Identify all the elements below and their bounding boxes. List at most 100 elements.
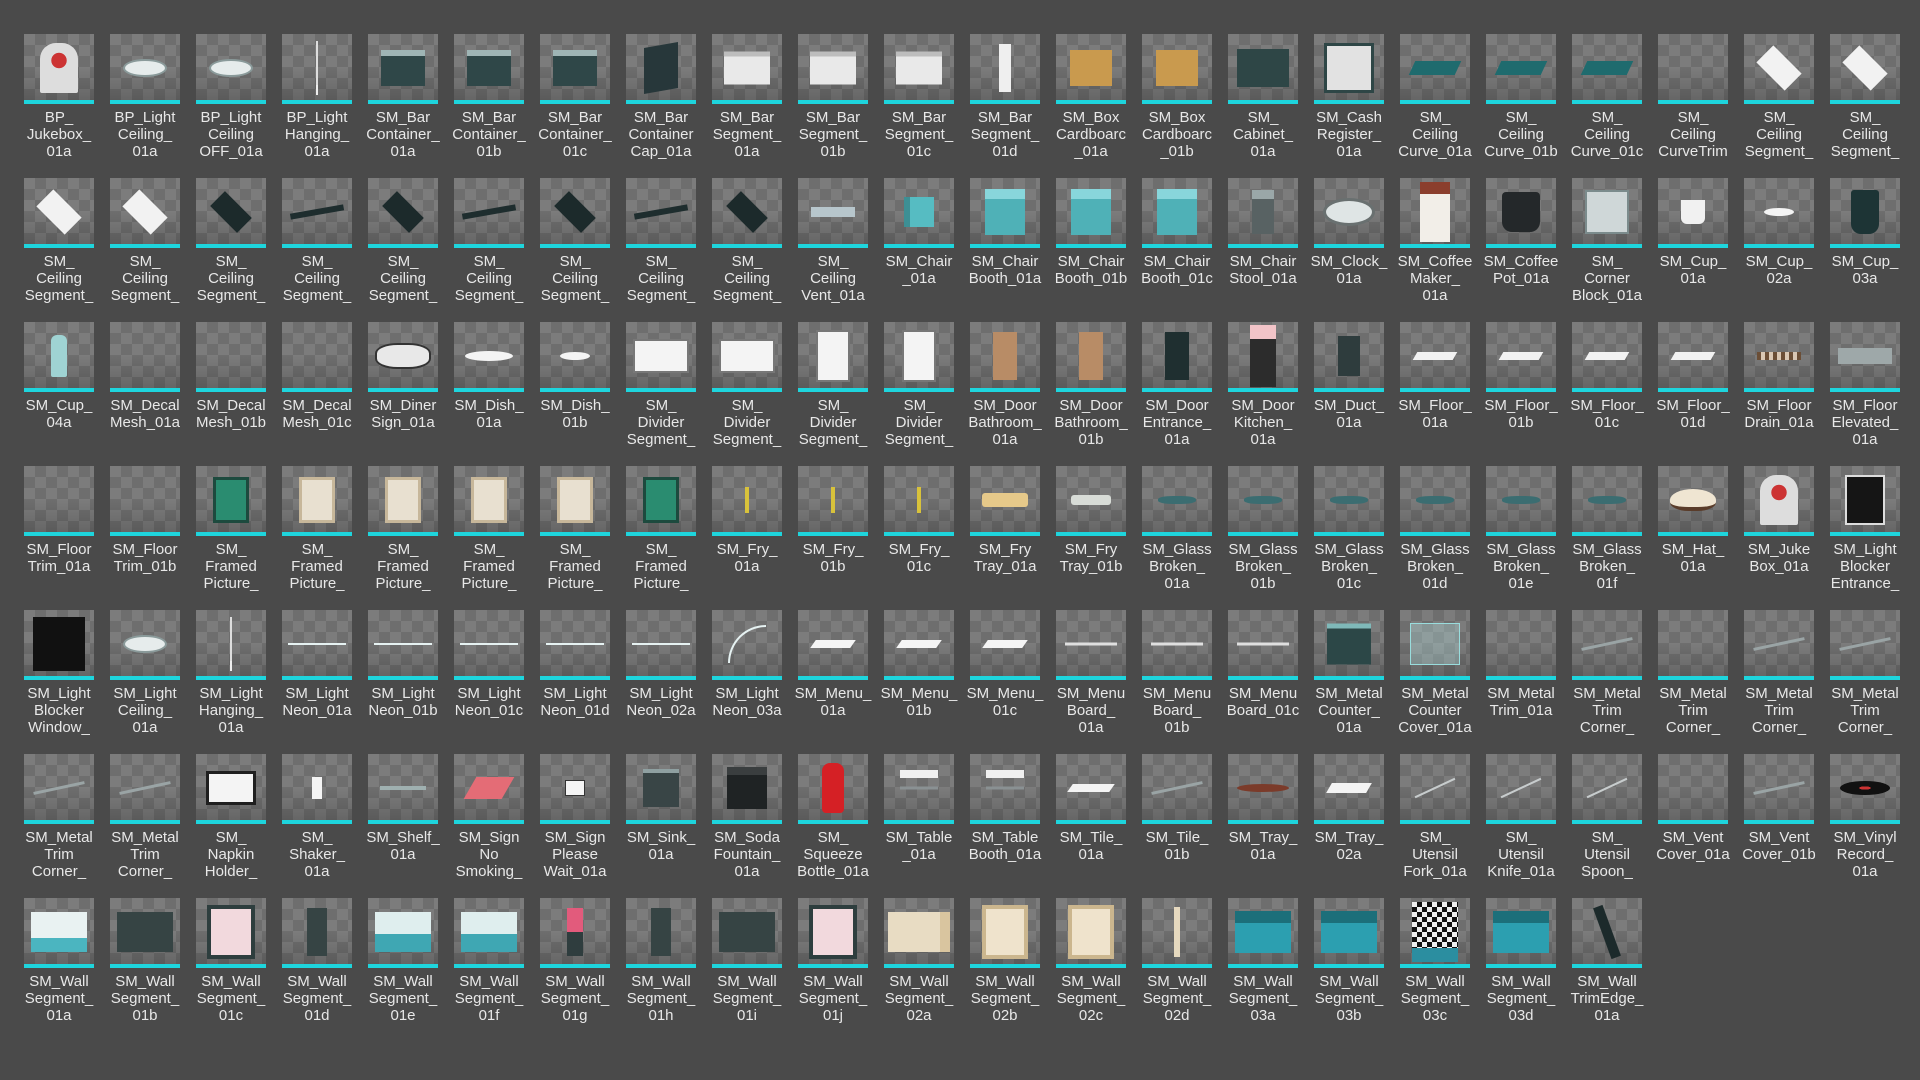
asset-tile[interactable]: SM_Decal Mesh_01c [278, 322, 356, 466]
asset-thumbnail[interactable] [1486, 610, 1556, 680]
asset-thumbnail[interactable] [1572, 898, 1642, 968]
asset-tile[interactable]: SM_ Ceiling Segment_ [278, 178, 356, 322]
asset-tile[interactable]: SM_ Ceiling Segment_ [708, 178, 786, 322]
asset-thumbnail[interactable] [1658, 34, 1728, 104]
asset-tile[interactable]: SM_Wall Segment_ 01j [794, 898, 872, 1042]
asset-thumbnail[interactable] [454, 322, 524, 392]
asset-tile[interactable]: SM_Glass Broken_ 01c [1310, 466, 1388, 610]
asset-thumbnail[interactable] [24, 178, 94, 248]
asset-thumbnail[interactable] [1056, 898, 1126, 968]
asset-thumbnail[interactable] [626, 466, 696, 536]
asset-tile[interactable]: SM_ Framed Picture_ [536, 466, 614, 610]
asset-tile[interactable]: SM_Wall Segment_ 02b [966, 898, 1044, 1042]
asset-tile[interactable]: SM_Bar Segment_ 01c [880, 34, 958, 178]
asset-tile[interactable]: SM_Vent Cover_01a [1654, 754, 1732, 898]
asset-thumbnail[interactable] [1486, 34, 1556, 104]
asset-thumbnail[interactable] [626, 34, 696, 104]
asset-thumbnail[interactable] [1658, 178, 1728, 248]
asset-tile[interactable]: SM_Light Neon_02a [622, 610, 700, 754]
asset-thumbnail[interactable] [1830, 34, 1900, 104]
asset-tile[interactable]: SM_ Utensil Knife_01a [1482, 754, 1560, 898]
asset-thumbnail[interactable] [970, 898, 1040, 968]
asset-thumbnail[interactable] [1572, 34, 1642, 104]
asset-thumbnail[interactable] [540, 754, 610, 824]
asset-thumbnail[interactable] [1400, 466, 1470, 536]
asset-tile[interactable]: SM_Dish_ 01a [450, 322, 528, 466]
asset-thumbnail[interactable] [712, 466, 782, 536]
asset-tile[interactable]: SM_ Utensil Spoon_ [1568, 754, 1646, 898]
asset-thumbnail[interactable] [368, 898, 438, 968]
asset-tile[interactable]: SM_Light Neon_01c [450, 610, 528, 754]
asset-tile[interactable]: SM_ Framed Picture_ [364, 466, 442, 610]
asset-tile[interactable]: SM_ Framed Picture_ [192, 466, 270, 610]
asset-thumbnail[interactable] [1142, 34, 1212, 104]
asset-tile[interactable]: SM_Metal Trim Corner_ [106, 754, 184, 898]
asset-thumbnail[interactable] [1056, 34, 1126, 104]
asset-thumbnail[interactable] [24, 34, 94, 104]
asset-thumbnail[interactable] [712, 322, 782, 392]
asset-thumbnail[interactable] [282, 466, 352, 536]
asset-tile[interactable]: SM_ Framed Picture_ [278, 466, 356, 610]
asset-thumbnail[interactable] [1744, 610, 1814, 680]
asset-thumbnail[interactable] [1400, 178, 1470, 248]
asset-tile[interactable]: SM_Menu Board_01c [1224, 610, 1302, 754]
asset-thumbnail[interactable] [540, 34, 610, 104]
asset-tile[interactable]: SM_Wall Segment_ 03a [1224, 898, 1302, 1042]
asset-tile[interactable]: SM_ Ceiling Segment_ [192, 178, 270, 322]
asset-tile[interactable]: SM_Bar Container Cap_01a [622, 34, 700, 178]
asset-thumbnail[interactable] [368, 754, 438, 824]
asset-tile[interactable]: SM_Metal Counter Cover_01a [1396, 610, 1474, 754]
asset-thumbnail[interactable] [1400, 34, 1470, 104]
asset-tile[interactable]: SM_Floor Trim_01a [20, 466, 98, 610]
asset-tile[interactable]: SM_ Ceiling Segment_ [536, 178, 614, 322]
asset-thumbnail[interactable] [1658, 322, 1728, 392]
asset-tile[interactable]: SM_Glass Broken_ 01a [1138, 466, 1216, 610]
asset-thumbnail[interactable] [282, 754, 352, 824]
asset-thumbnail[interactable] [884, 178, 954, 248]
asset-thumbnail[interactable] [368, 34, 438, 104]
asset-tile[interactable]: SM_Wall Segment_ 03d [1482, 898, 1560, 1042]
asset-thumbnail[interactable] [1830, 322, 1900, 392]
asset-thumbnail[interactable] [884, 34, 954, 104]
asset-tile[interactable]: BP_ Jukebox_ 01a [20, 34, 98, 178]
asset-tile[interactable]: SM_Chair Booth_01c [1138, 178, 1216, 322]
asset-tile[interactable]: SM_Floor_ 01d [1654, 322, 1732, 466]
asset-tile[interactable]: SM_Glass Broken_ 01f [1568, 466, 1646, 610]
asset-thumbnail[interactable] [798, 322, 868, 392]
asset-thumbnail[interactable] [1486, 178, 1556, 248]
asset-thumbnail[interactable] [1314, 322, 1384, 392]
asset-tile[interactable]: SM_ Shaker_ 01a [278, 754, 356, 898]
asset-tile[interactable]: SM_Fry Tray_01b [1052, 466, 1130, 610]
asset-thumbnail[interactable] [1056, 178, 1126, 248]
asset-thumbnail[interactable] [1400, 754, 1470, 824]
asset-tile[interactable]: SM_Wall Segment_ 03b [1310, 898, 1388, 1042]
asset-tile[interactable]: SM_Chair _01a [880, 178, 958, 322]
asset-thumbnail[interactable] [24, 466, 94, 536]
asset-tile[interactable]: SM_Chair Booth_01b [1052, 178, 1130, 322]
asset-tile[interactable]: SM_ Squeeze Bottle_01a [794, 754, 872, 898]
asset-tile[interactable]: SM_Light Neon_01d [536, 610, 614, 754]
asset-thumbnail[interactable] [1400, 898, 1470, 968]
asset-thumbnail[interactable] [1142, 754, 1212, 824]
asset-tile[interactable]: SM_ Divider Segment_ [880, 322, 958, 466]
asset-tile[interactable]: SM_Bar Segment_ 01d [966, 34, 1044, 178]
asset-tile[interactable]: SM_ Ceiling Segment_ [450, 178, 528, 322]
asset-thumbnail[interactable] [282, 322, 352, 392]
asset-thumbnail[interactable] [110, 34, 180, 104]
asset-thumbnail[interactable] [196, 178, 266, 248]
asset-thumbnail[interactable] [884, 898, 954, 968]
asset-thumbnail[interactable] [1572, 322, 1642, 392]
asset-tile[interactable]: SM_Light Hanging_ 01a [192, 610, 270, 754]
asset-tile[interactable]: SM_Floor Elevated_ 01a [1826, 322, 1904, 466]
asset-tile[interactable]: SM_Floor_ 01a [1396, 322, 1474, 466]
asset-tile[interactable]: SM_Table _01a [880, 754, 958, 898]
asset-tile[interactable]: SM_Door Bathroom_ 01b [1052, 322, 1130, 466]
asset-thumbnail[interactable] [970, 754, 1040, 824]
asset-tile[interactable]: SM_Wall Segment_ 02c [1052, 898, 1130, 1042]
asset-thumbnail[interactable] [884, 466, 954, 536]
asset-tile[interactable]: SM_Vent Cover_01b [1740, 754, 1818, 898]
asset-tile[interactable]: SM_ Divider Segment_ [622, 322, 700, 466]
asset-tile[interactable]: SM_ Utensil Fork_01a [1396, 754, 1474, 898]
asset-thumbnail[interactable] [1486, 898, 1556, 968]
asset-thumbnail[interactable] [1314, 34, 1384, 104]
